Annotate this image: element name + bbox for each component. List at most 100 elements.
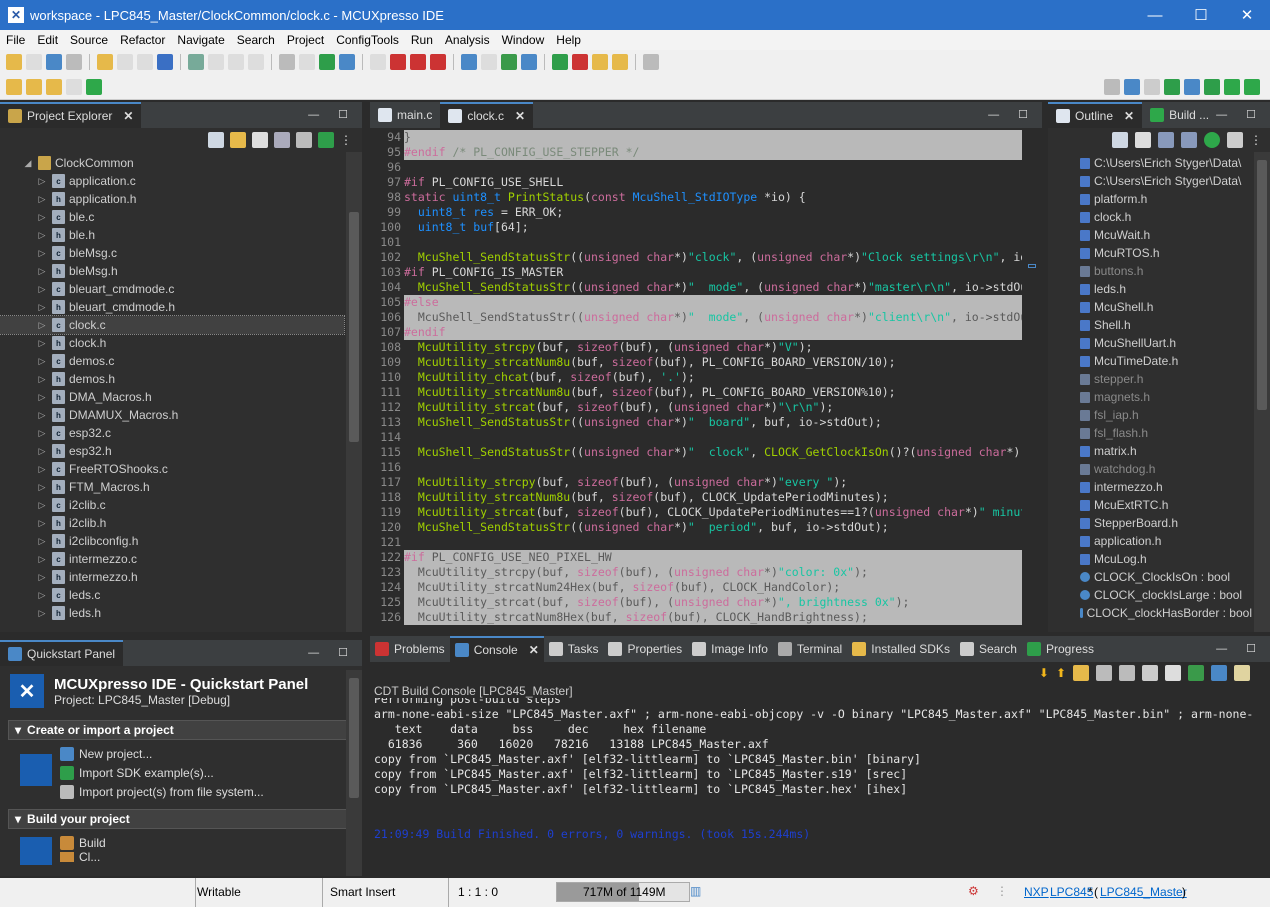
chevron-right-icon[interactable]: ▷: [36, 320, 48, 331]
collapse-all-icon[interactable]: [1112, 132, 1128, 148]
chevron-right-icon[interactable]: ▷: [36, 248, 48, 259]
close-icon[interactable]: ✕: [529, 643, 539, 657]
outline-item[interactable]: McuExtRTC.h: [1048, 496, 1252, 514]
outline-scrollbar[interactable]: [1254, 152, 1270, 632]
code-area[interactable]: 94} 95 #endif /* PL_CONFIG_USE_STEPPER */9…: [370, 130, 1022, 630]
link-editor-icon[interactable]: [230, 132, 246, 148]
menu-help[interactable]: Help: [550, 33, 587, 47]
tab-tasks[interactable]: Tasks: [543, 636, 604, 662]
chevron-right-icon[interactable]: ▷: [36, 176, 48, 187]
outline-item[interactable]: McuRTOS.h: [1048, 244, 1252, 262]
chevron-right-icon[interactable]: ▷: [36, 374, 48, 385]
status-nxp-link[interactable]: NXP: [1024, 885, 1049, 899]
status-project-link[interactable]: LPC845_Master: [1100, 885, 1187, 899]
menu-refactor[interactable]: Refactor: [114, 33, 171, 47]
chevron-right-icon[interactable]: ▷: [36, 590, 48, 601]
tree-file-item[interactable]: ▷ h DMA_Macros.h: [0, 388, 344, 406]
close-icon[interactable]: ✕: [123, 109, 133, 123]
view-controls[interactable]: — ☐: [988, 108, 1036, 121]
chevron-right-icon[interactable]: ▷: [36, 302, 48, 313]
toolbar-icon[interactable]: [157, 54, 173, 70]
explorer-scrollbar[interactable]: [346, 152, 362, 632]
view-menu-icon[interactable]: ⋮: [340, 133, 352, 147]
quickstart-link[interactable]: Import project(s) from file system...: [60, 782, 264, 801]
toolbar-icon[interactable]: [461, 54, 477, 70]
display-console-icon[interactable]: [1188, 665, 1204, 681]
chevron-right-icon[interactable]: ▷: [36, 230, 48, 241]
section-create-import[interactable]: ▾ Create or import a project: [8, 720, 354, 740]
chevron-right-icon[interactable]: ▷: [36, 464, 48, 475]
sync-icon[interactable]: [296, 132, 312, 148]
toolbar-icon[interactable]: [208, 54, 224, 70]
outline-item[interactable]: intermezzo.h: [1048, 478, 1252, 496]
toolbar-icon[interactable]: [592, 54, 608, 70]
perspective-icon[interactable]: [1244, 78, 1260, 95]
chevron-right-icon[interactable]: ▷: [36, 284, 48, 295]
toolbar-icon[interactable]: [501, 54, 517, 70]
tree-file-item[interactable]: ▷ c intermezzo.c: [0, 550, 344, 568]
chevron-down-icon[interactable]: ◢: [22, 158, 34, 169]
tree-file-item[interactable]: ▷ c bleMsg.c: [0, 244, 344, 262]
excel-icon[interactable]: [318, 132, 334, 148]
tree-file-item[interactable]: ▷ h application.h: [0, 190, 344, 208]
tree-file-item[interactable]: ▷ h clock.h: [0, 334, 344, 352]
chevron-right-icon[interactable]: ▷: [36, 428, 48, 439]
scroll-thumb[interactable]: [349, 212, 359, 442]
toolbar-icon[interactable]: [46, 78, 62, 95]
view-controls[interactable]: — ☐: [1216, 108, 1264, 121]
tree-file-item[interactable]: ▷ c clock.c: [0, 315, 345, 335]
menu-file[interactable]: File: [0, 33, 31, 47]
outline-item[interactable]: McuLog.h: [1048, 550, 1252, 568]
perspective-icon[interactable]: [1124, 78, 1140, 95]
scroll-thumb[interactable]: [1257, 160, 1267, 410]
chevron-right-icon[interactable]: ▷: [36, 194, 48, 205]
view-controls[interactable]: — ☐: [1216, 642, 1264, 655]
tree-file-item[interactable]: ▷ h i2clibconfig.h: [0, 532, 344, 550]
toolbar-icon[interactable]: [521, 54, 537, 70]
hide-macros-icon[interactable]: [1227, 132, 1243, 148]
tab-outline[interactable]: Outline ✕: [1048, 102, 1143, 128]
scroll-thumb[interactable]: [349, 678, 359, 798]
outline-item[interactable]: buttons.h: [1048, 262, 1252, 280]
tree-file-item[interactable]: ▷ c demos.c: [0, 352, 344, 370]
menu-navigate[interactable]: Navigate: [171, 33, 230, 47]
toolbar-icon[interactable]: [97, 54, 113, 70]
status-chip-link[interactable]: LPC845: [1050, 885, 1093, 899]
document-icon[interactable]: [1165, 665, 1181, 681]
toolbar-icon[interactable]: [228, 54, 244, 70]
tab-installed-sdks[interactable]: Installed SDKs: [847, 636, 955, 662]
toolbar-icon[interactable]: [572, 54, 588, 70]
outline-item[interactable]: Shell.h: [1048, 316, 1252, 334]
menu-analysis[interactable]: Analysis: [439, 33, 496, 47]
quickstart-link[interactable]: Import SDK example(s)...: [60, 763, 264, 782]
tab-terminal[interactable]: Terminal: [772, 636, 848, 662]
tree-file-item[interactable]: ▷ h ble.h: [0, 226, 344, 244]
tree-file-item[interactable]: ▷ h leds.h: [0, 604, 344, 622]
tree-file-item[interactable]: ▷ h i2clib.h: [0, 514, 344, 532]
toolbar-icon[interactable]: [46, 54, 62, 70]
toolbar-icon[interactable]: [137, 54, 153, 70]
chevron-right-icon[interactable]: ▷: [36, 392, 48, 403]
tab-image-info[interactable]: Image Info: [687, 636, 773, 662]
outline-item[interactable]: application.h: [1048, 532, 1252, 550]
hide-fields-icon[interactable]: [1158, 132, 1174, 148]
tab-quickstart[interactable]: Quickstart Panel: [0, 640, 124, 666]
tree-file-item[interactable]: ▷ c leds.c: [0, 586, 344, 604]
sort-icon[interactable]: [1135, 132, 1151, 148]
tab-properties[interactable]: Properties: [603, 636, 688, 662]
tab-console[interactable]: Console ✕: [449, 636, 544, 662]
tree-file-item[interactable]: ▷ c ble.c: [0, 208, 344, 226]
outline-item[interactable]: McuShellUart.h: [1048, 334, 1252, 352]
toolbar-icon[interactable]: [117, 54, 133, 70]
tree-file-item[interactable]: ▷ h DMAMUX_Macros.h: [0, 406, 344, 424]
outline-item[interactable]: C:\Users\Erich Styger\Data\: [1048, 172, 1252, 190]
arrow-up-icon[interactable]: ⬆: [1056, 666, 1066, 680]
chevron-right-icon[interactable]: ▷: [36, 518, 48, 529]
tree-file-item[interactable]: ▷ h esp32.h: [0, 442, 344, 460]
quickstart-scrollbar[interactable]: [346, 670, 362, 876]
collapse-all-icon[interactable]: [208, 132, 224, 148]
outline-item[interactable]: CLOCK_clockHasBorder : bool: [1048, 604, 1252, 622]
quickstart-link[interactable]: New project...: [60, 744, 264, 763]
outline-item[interactable]: C:\Users\Erich Styger\Data\: [1048, 154, 1252, 172]
outline-item[interactable]: clock.h: [1048, 208, 1252, 226]
